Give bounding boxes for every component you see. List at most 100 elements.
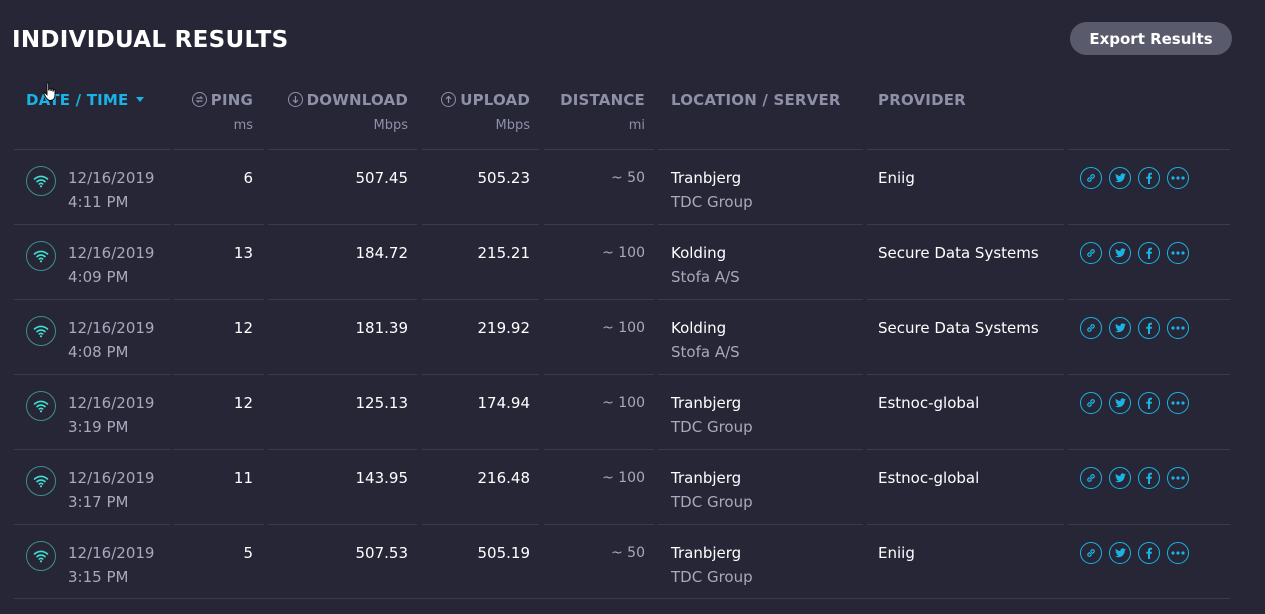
result-server: TDC Group (671, 568, 753, 586)
twitter-button[interactable] (1109, 317, 1131, 339)
facebook-icon (1145, 397, 1153, 409)
result-download: 181.39 (355, 319, 409, 337)
export-results-button[interactable]: Export Results (1070, 22, 1232, 55)
more-button[interactable] (1167, 167, 1189, 189)
result-location-city: Tranbjerg (671, 544, 742, 562)
result-ping: 6 (243, 169, 253, 187)
result-server: TDC Group (671, 418, 753, 436)
link-button[interactable] (1080, 392, 1102, 414)
twitter-button[interactable] (1109, 467, 1131, 489)
ping-header[interactable]: PING (180, 91, 253, 109)
more-button[interactable] (1167, 242, 1189, 264)
result-date: 12/16/2019 (68, 169, 155, 187)
wifi-icon (26, 541, 56, 571)
distance-header[interactable]: DISTANCE (545, 91, 645, 109)
result-time: 3:19 PM (68, 418, 129, 436)
result-download: 184.72 (355, 244, 409, 262)
result-download: 507.45 (355, 169, 409, 187)
upload-arrow-icon (441, 92, 457, 107)
facebook-icon (1145, 172, 1153, 184)
ping-header-label: PING (210, 91, 253, 109)
result-provider: Secure Data Systems (878, 244, 1039, 262)
twitter-button[interactable] (1109, 242, 1131, 264)
result-location[interactable]: Tranbjerg TDC Group (671, 466, 753, 514)
result-download: 507.53 (355, 544, 409, 562)
facebook-button[interactable] (1138, 392, 1160, 414)
result-provider: Eniig (878, 169, 915, 187)
provider-header[interactable]: PROVIDER (878, 91, 966, 109)
result-row[interactable]: 12/16/2019 3:17 PM 11 143.95 216.48 ~ 10… (14, 449, 1230, 524)
ping-icon (191, 92, 207, 107)
facebook-button[interactable] (1138, 317, 1160, 339)
result-row[interactable]: 12/16/2019 3:19 PM 12 125.13 174.94 ~ 10… (14, 374, 1230, 449)
result-location[interactable]: Tranbjerg TDC Group (671, 166, 753, 214)
result-location[interactable]: Tranbjerg TDC Group (671, 541, 753, 589)
result-distance: ~ 100 (602, 245, 645, 261)
result-distance: ~ 100 (602, 395, 645, 411)
twitter-icon (1114, 172, 1127, 184)
result-location-city: Tranbjerg (671, 469, 742, 487)
more-button[interactable] (1167, 542, 1189, 564)
result-upload: 174.94 (477, 394, 531, 412)
result-row[interactable]: 12/16/2019 4:08 PM 12 181.39 219.92 ~ 10… (14, 299, 1230, 374)
result-location-city: Kolding (671, 244, 727, 262)
result-row[interactable]: 12/16/2019 4:09 PM 13 184.72 215.21 ~ 10… (14, 224, 1230, 299)
result-distance: ~ 100 (602, 320, 645, 336)
result-actions (1080, 542, 1189, 564)
link-button[interactable] (1080, 167, 1102, 189)
facebook-button[interactable] (1138, 167, 1160, 189)
facebook-button[interactable] (1138, 467, 1160, 489)
link-icon (1085, 247, 1097, 259)
result-date: 12/16/2019 (68, 319, 155, 337)
result-location[interactable]: Kolding Stofa A/S (671, 241, 740, 289)
upload-header[interactable]: UPLOAD (420, 91, 530, 109)
result-time: 3:15 PM (68, 568, 129, 586)
result-date: 12/16/2019 (68, 244, 155, 262)
result-actions (1080, 317, 1189, 339)
link-icon (1085, 322, 1097, 334)
result-distance: ~ 100 (602, 470, 645, 486)
link-button[interactable] (1080, 242, 1102, 264)
result-ping: 11 (233, 469, 253, 487)
result-row[interactable]: 12/16/2019 3:15 PM 5 507.53 505.19 ~ 50 … (14, 524, 1230, 599)
result-location[interactable]: Tranbjerg TDC Group (671, 391, 753, 439)
result-time: 4:09 PM (68, 268, 129, 286)
link-button[interactable] (1080, 467, 1102, 489)
more-button[interactable] (1167, 317, 1189, 339)
twitter-icon (1114, 547, 1127, 559)
result-distance: ~ 50 (611, 545, 645, 561)
twitter-button[interactable] (1109, 392, 1131, 414)
result-time: 4:08 PM (68, 343, 129, 361)
link-button[interactable] (1080, 542, 1102, 564)
more-icon (1171, 476, 1185, 480)
wifi-icon (26, 166, 56, 196)
result-server: Stofa A/S (671, 268, 740, 286)
download-arrow-icon (287, 92, 303, 107)
download-header[interactable]: DOWNLOAD (268, 91, 408, 109)
download-header-label: DOWNLOAD (306, 91, 408, 109)
result-ping: 13 (233, 244, 253, 262)
result-provider: Secure Data Systems (878, 319, 1039, 337)
result-location-city: Tranbjerg (671, 394, 742, 412)
twitter-button[interactable] (1109, 167, 1131, 189)
facebook-icon (1145, 472, 1153, 484)
facebook-button[interactable] (1138, 242, 1160, 264)
upload-header-label: UPLOAD (460, 91, 530, 109)
twitter-icon (1114, 397, 1127, 409)
more-button[interactable] (1167, 467, 1189, 489)
caret-down-icon (136, 97, 145, 102)
link-button[interactable] (1080, 317, 1102, 339)
result-row[interactable]: 12/16/2019 4:11 PM 6 507.45 505.23 ~ 50 … (14, 149, 1230, 224)
facebook-icon (1145, 247, 1153, 259)
result-location-city: Tranbjerg (671, 169, 742, 187)
result-location[interactable]: Kolding Stofa A/S (671, 316, 740, 364)
more-button[interactable] (1167, 392, 1189, 414)
result-actions (1080, 167, 1189, 189)
result-download: 125.13 (355, 394, 409, 412)
facebook-button[interactable] (1138, 542, 1160, 564)
more-icon (1171, 551, 1185, 555)
result-provider: Estnoc-global (878, 394, 980, 412)
twitter-button[interactable] (1109, 542, 1131, 564)
more-icon (1171, 326, 1185, 330)
location-server-header[interactable]: LOCATION / SERVER (671, 91, 841, 109)
